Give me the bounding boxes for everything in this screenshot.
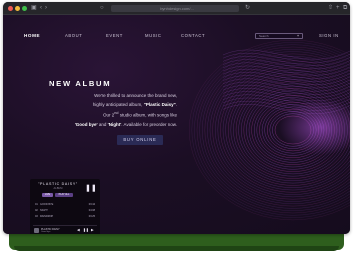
track-name: GOOD BYE: [40, 203, 54, 206]
track-name: RAINDROP: [40, 215, 54, 218]
minimize-window-button[interactable]: [15, 6, 20, 11]
reload-icon[interactable]: ↻: [245, 5, 250, 12]
maximize-window-button[interactable]: [22, 6, 27, 11]
song-name-1: 'Good bye': [74, 121, 98, 127]
search-placeholder: Search: [259, 34, 269, 38]
player-header: "PLASTIC DAISY" ALBUM: [36, 182, 80, 191]
hero-line-2-text: highly anticipated album,: [92, 101, 144, 107]
music-player: "PLASTIC DAISY" ALBUM LIVE PLAY ALL ❚❚ 0…: [30, 179, 100, 234]
hero-title: NEW ALBUM: [49, 79, 112, 88]
hero-line-2: highly anticipated album, "Plastic Daisy…: [49, 101, 177, 110]
address-bar-url: bynhdesign.com/...: [160, 6, 194, 11]
hero-section: NEW ALBUM We're thrilled to announce the…: [49, 79, 179, 145]
track-row[interactable]: 01 GOOD BYE 03:44: [35, 203, 97, 207]
next-icon[interactable]: ▶: [91, 228, 94, 233]
now-playing-subtitle: Good bye: [41, 230, 51, 233]
play-all-button[interactable]: PLAY ALL: [55, 193, 73, 197]
track-number: 02: [35, 209, 38, 212]
hero-description: We're thrilled to announce the brand new…: [49, 92, 177, 129]
device-base-shadow: [14, 246, 339, 251]
track-length: 03:44: [88, 203, 95, 206]
hero-line-3: Our 2nd studio album, with songs like: [49, 109, 177, 120]
back-arrow-icon[interactable]: ‹: [40, 5, 42, 12]
hero-line-4: 'Good bye' and 'Night'. Available for pr…: [49, 121, 177, 130]
hero-line-3-end: studio album, with songs like: [118, 112, 177, 118]
forward-arrow-icon[interactable]: ›: [45, 5, 47, 12]
main-navigation: HOME ABOUT EVENT MUSIC CONTACT Search + …: [3, 32, 350, 40]
track-length: 04:08: [88, 209, 95, 212]
shield-icon[interactable]: ○: [100, 5, 104, 12]
share-icon[interactable]: ⇧: [328, 5, 333, 12]
sign-in-link[interactable]: SIGN IN: [319, 32, 339, 40]
previous-icon[interactable]: ◀: [77, 228, 80, 233]
track-number: 03: [35, 215, 38, 218]
buy-online-button[interactable]: BUY ONLINE: [117, 135, 163, 145]
nav-home[interactable]: HOME: [24, 32, 40, 40]
pause-small-icon[interactable]: ❚❚: [83, 228, 89, 233]
live-button[interactable]: LIVE: [42, 193, 53, 197]
track-name: NIGHT: [40, 209, 48, 212]
track-row[interactable]: 02 NIGHT 04:08: [35, 209, 97, 213]
sidebar-toggle-icon[interactable]: ▣: [31, 5, 37, 12]
song-name-2: 'Night': [107, 121, 122, 127]
new-tab-icon[interactable]: +: [336, 5, 340, 12]
nav-event[interactable]: EVENT: [106, 32, 123, 40]
tabs-overview-icon[interactable]: ⧉: [343, 5, 347, 12]
website-page: HOME ABOUT EVENT MUSIC CONTACT Search + …: [3, 15, 350, 234]
browser-toolbar: ▣ ‹ › ○ bynhdesign.com/... ↻ ⇧ + ⧉: [3, 2, 350, 15]
now-playing-bar: PLASTIC DAISY Good bye ◀ ❚❚ ▶: [33, 225, 97, 234]
hero-line-4-end: . Available for preorder now.: [121, 121, 177, 127]
track-length: 03:25: [88, 215, 95, 218]
album-name: "Plastic Daisy": [143, 101, 176, 107]
close-window-button[interactable]: [8, 6, 13, 11]
hero-line-4-joiner: and: [97, 121, 108, 127]
plus-icon[interactable]: +: [295, 34, 301, 38]
hero-line-1: We're thrilled to announce the brand new…: [94, 93, 177, 98]
nav-about[interactable]: ABOUT: [65, 32, 82, 40]
search-input[interactable]: Search +: [255, 33, 303, 39]
player-album-label: ALBUM: [53, 187, 63, 190]
track-row[interactable]: 03 RAINDROP 03:25: [35, 215, 97, 219]
browser-window: ▣ ‹ › ○ bynhdesign.com/... ↻ ⇧ + ⧉ HOME …: [3, 2, 350, 234]
nav-music[interactable]: MUSIC: [145, 32, 162, 40]
pause-icon[interactable]: ❚❚: [85, 185, 97, 193]
track-number: 01: [35, 203, 38, 206]
hero-line-3-text: Our 2: [103, 112, 115, 118]
nav-contact[interactable]: CONTACT: [181, 32, 205, 40]
now-playing-cover: [34, 228, 39, 233]
hero-line-2-end: .: [175, 101, 177, 107]
